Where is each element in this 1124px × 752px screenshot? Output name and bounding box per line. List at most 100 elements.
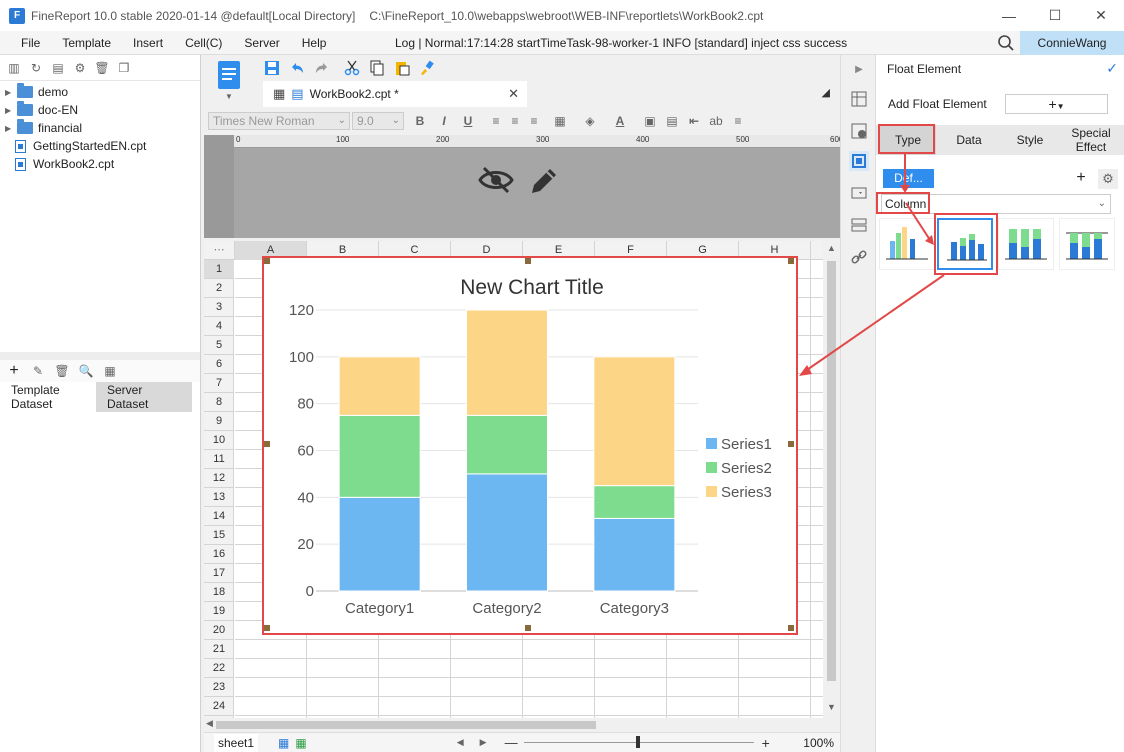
scrollbar-thumb[interactable]: [216, 721, 596, 729]
tab-template-dataset[interactable]: Template Dataset: [0, 382, 96, 412]
vertical-scrollbar[interactable]: ▲ ▼: [823, 241, 840, 732]
cut-icon[interactable]: [343, 59, 361, 77]
cell-attribute-icon[interactable]: [849, 89, 869, 109]
row-15[interactable]: 15: [204, 526, 234, 545]
menu-server[interactable]: Server: [233, 36, 290, 50]
menu-help[interactable]: Help: [291, 36, 338, 50]
clustered-column-thumb[interactable]: [879, 218, 935, 270]
row-23[interactable]: 23: [204, 678, 234, 697]
row-8[interactable]: 8: [204, 393, 234, 412]
row-6[interactable]: 6: [204, 355, 234, 374]
edit-icon[interactable]: ✓: [1106, 60, 1118, 77]
row-18[interactable]: 18: [204, 583, 234, 602]
preview-icon[interactable]: 🔍: [78, 363, 94, 379]
scroll-down-icon[interactable]: ▼: [827, 702, 836, 712]
row-10[interactable]: 10: [204, 431, 234, 450]
row-12[interactable]: 12: [204, 469, 234, 488]
wrap-text-icon[interactable]: ⇤: [686, 113, 702, 129]
row-4[interactable]: 4: [204, 317, 234, 336]
add-sheet-icon[interactable]: ▦: [278, 736, 289, 750]
format-painter-icon[interactable]: [418, 59, 436, 77]
percent-stacked-column-thumb[interactable]: [998, 218, 1054, 270]
dataset-icon[interactable]: ▦: [102, 363, 118, 379]
zoom-out-icon[interactable]: —: [505, 735, 518, 750]
copy-icon[interactable]: [368, 59, 386, 77]
tree-item-doc-en[interactable]: ▶ doc-EN: [0, 101, 200, 119]
text-style-button[interactable]: ab: [708, 113, 724, 129]
row-19[interactable]: 19: [204, 602, 234, 621]
hyperlink-icon[interactable]: [849, 247, 869, 267]
add-chart-icon[interactable]: +: [1072, 170, 1090, 188]
add-dataset-icon[interactable]: +: [6, 362, 22, 379]
delete-icon[interactable]: 🗑: [94, 60, 110, 76]
tree-item-gettingstarted[interactable]: GettingStartedEN.cpt: [0, 137, 200, 155]
tab-server-dataset[interactable]: Server Dataset: [96, 382, 192, 412]
row-13[interactable]: 13: [204, 488, 234, 507]
user-account[interactable]: ConnieWang: [1020, 31, 1124, 55]
row-20[interactable]: 20: [204, 621, 234, 640]
add-report-icon[interactable]: ▦: [295, 736, 306, 750]
row-3[interactable]: 3: [204, 298, 234, 317]
menu-file[interactable]: File: [10, 36, 51, 50]
maximize-button[interactable]: ☐: [1032, 0, 1078, 31]
add-float-element-button[interactable]: +▼: [1005, 94, 1108, 114]
corner-cell[interactable]: ⋯: [204, 241, 235, 260]
close-button[interactable]: ✕: [1078, 0, 1124, 31]
refresh-icon[interactable]: ↻: [28, 60, 44, 76]
panel-divider[interactable]: [0, 352, 200, 360]
template-icon[interactable]: ▤: [50, 60, 66, 76]
tree-item-workbook2[interactable]: WorkBook2.cpt: [0, 155, 200, 173]
align-left-icon[interactable]: ≡: [488, 113, 504, 129]
expand-icon[interactable]: ▶: [5, 88, 15, 97]
delete-icon[interactable]: 🗑: [54, 363, 70, 379]
sheet-tab[interactable]: sheet1: [214, 733, 259, 752]
tree-item-financial[interactable]: ▶ financial: [0, 119, 200, 137]
fill-color-icon[interactable]: ◈: [582, 113, 598, 129]
tab-menu-icon[interactable]: ◢: [822, 86, 830, 99]
search-icon[interactable]: [997, 34, 1015, 52]
cell-element-icon[interactable]: [849, 121, 869, 141]
row-9[interactable]: 9: [204, 412, 234, 431]
expand-icon[interactable]: ▶: [5, 124, 15, 133]
row-14[interactable]: 14: [204, 507, 234, 526]
tab-workbook2[interactable]: ▦ ▤ WorkBook2.cpt * ✕: [263, 81, 527, 107]
zoom-slider-handle[interactable]: [635, 736, 640, 748]
align-right-icon[interactable]: ≡: [526, 113, 542, 129]
row-11[interactable]: 11: [204, 450, 234, 469]
edit-pencil-icon[interactable]: [528, 165, 560, 197]
page-prev-icon[interactable]: ◀: [457, 737, 464, 748]
row-1[interactable]: 1: [204, 260, 234, 279]
chart-float-element[interactable]: New Chart Title 0 20 40 60 80 100 120 Category1 C…: [262, 256, 798, 635]
settings-icon[interactable]: ⚙: [72, 60, 88, 76]
split-cells-icon[interactable]: ▤: [664, 113, 680, 129]
tab-special-effect[interactable]: Special Effect: [1063, 125, 1119, 155]
merge-cells-icon[interactable]: ▣: [642, 113, 658, 129]
more-format-icon[interactable]: ≡: [730, 113, 746, 129]
scroll-left-icon[interactable]: ◀: [206, 718, 213, 729]
scroll-up-icon[interactable]: ▲: [827, 243, 836, 253]
row-2[interactable]: 2: [204, 279, 234, 298]
page-next-icon[interactable]: ▶: [480, 737, 487, 748]
gear-icon[interactable]: ⚙: [1098, 169, 1118, 189]
dropdown-arrow-icon[interactable]: ▼: [225, 93, 233, 101]
widget-icon[interactable]: [849, 183, 869, 203]
column-3d-thumb[interactable]: [1059, 218, 1115, 270]
row-5[interactable]: 5: [204, 336, 234, 355]
close-tab-icon[interactable]: ✕: [508, 86, 519, 102]
menu-cell[interactable]: Cell(C): [174, 36, 233, 50]
redo-icon[interactable]: [313, 59, 331, 77]
tab-style[interactable]: Style: [1002, 125, 1058, 155]
horizontal-scrollbar[interactable]: ◀: [204, 718, 824, 732]
hide-icon[interactable]: [478, 165, 514, 195]
save-icon[interactable]: [263, 59, 281, 77]
font-color-icon[interactable]: A: [612, 113, 628, 129]
row-16[interactable]: 16: [204, 545, 234, 564]
zoom-in-icon[interactable]: +: [762, 735, 770, 751]
tab-data[interactable]: Data: [941, 125, 997, 155]
menu-insert[interactable]: Insert: [122, 36, 174, 50]
scrollbar-thumb[interactable]: [827, 261, 836, 681]
tree-item-demo[interactable]: ▶ demo: [0, 83, 200, 101]
bold-button[interactable]: B: [412, 113, 428, 129]
row-17[interactable]: 17: [204, 564, 234, 583]
minimize-button[interactable]: —: [986, 0, 1032, 31]
